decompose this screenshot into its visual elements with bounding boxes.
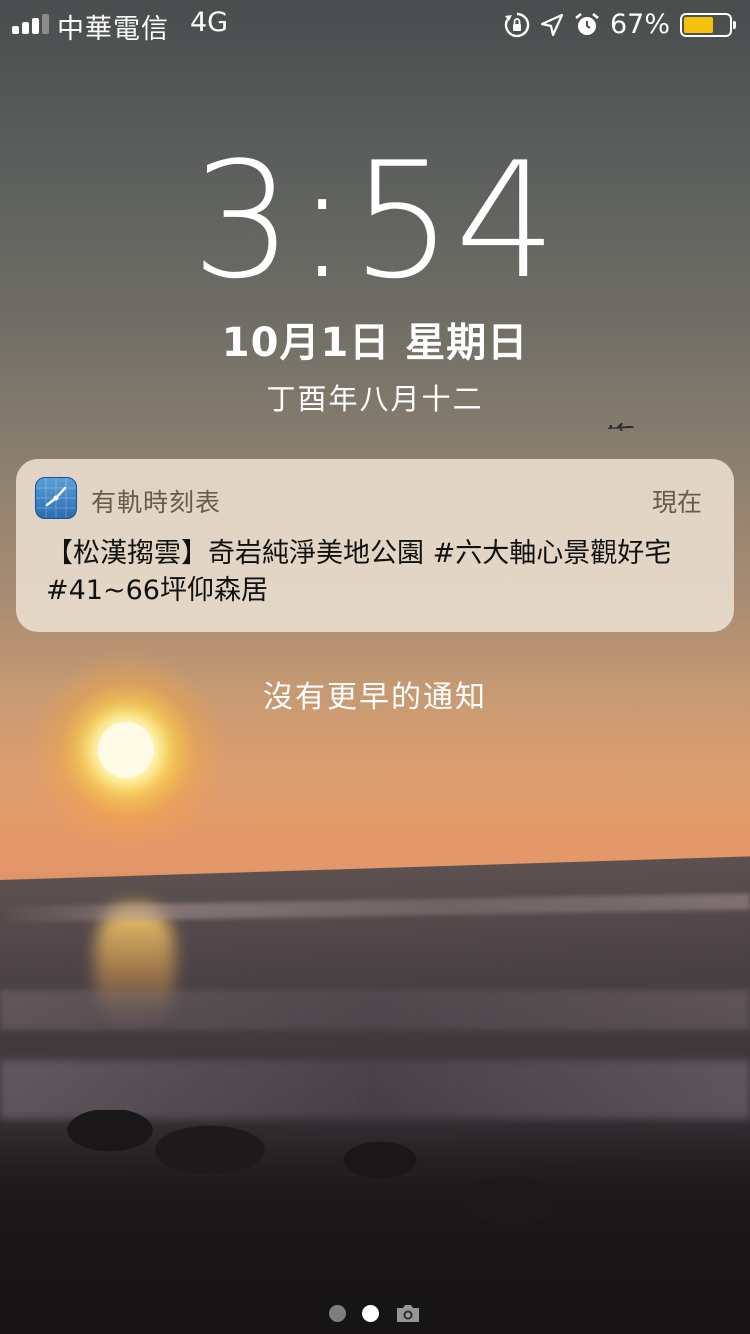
status-bar: 中華電信 4G 67% <box>0 0 750 48</box>
orientation-lock-icon <box>504 12 530 37</box>
wallpaper-sun <box>98 722 154 778</box>
lock-screen-time: 3:54 <box>191 127 559 314</box>
camera-icon[interactable] <box>395 1303 421 1323</box>
airplane-icon <box>608 423 634 431</box>
page-dot[interactable] <box>329 1304 346 1322</box>
battery-percentage: 67% <box>609 9 670 40</box>
clock-app-icon <box>35 477 77 519</box>
notification-header: 有軌時刻表 現在 <box>16 459 734 539</box>
wallpaper-wave <box>0 990 750 1030</box>
notification-time: 現在 <box>651 488 702 517</box>
status-icons: 67% <box>504 9 736 40</box>
alarm-clock-icon <box>575 12 599 35</box>
lunar-date: 丁酉年八月十二 <box>266 382 484 416</box>
lock-screen-date: 10月1日 星期日 <box>221 320 529 366</box>
lock-screen: 中華電信 4G 67% 3:54 10月1日 星期日 丁酉年八月十二 有軌時刻表… <box>0 0 750 1334</box>
network-type: 4G <box>190 7 229 38</box>
battery-icon <box>680 12 736 37</box>
notification-app-name: 有軌時刻表 <box>91 488 222 517</box>
no-older-notifications-label: 沒有更早的通知 <box>263 680 487 715</box>
battery-level-fill <box>684 16 714 33</box>
location-arrow-icon <box>540 13 564 36</box>
signal-strength-icon <box>12 14 49 34</box>
page-indicator[interactable] <box>0 1300 750 1326</box>
notification-message: 【松漢搊雲】奇岩純淨美地公園 #六大軸心景觀好宅 #41~66坪仰森居 <box>46 538 672 606</box>
notification-card[interactable]: 有軌時刻表 現在 【松漢搊雲】奇岩純淨美地公園 #六大軸心景觀好宅 #41~66… <box>16 459 734 632</box>
page-dot-active[interactable] <box>362 1304 379 1322</box>
carrier-name: 中華電信 <box>57 14 169 45</box>
